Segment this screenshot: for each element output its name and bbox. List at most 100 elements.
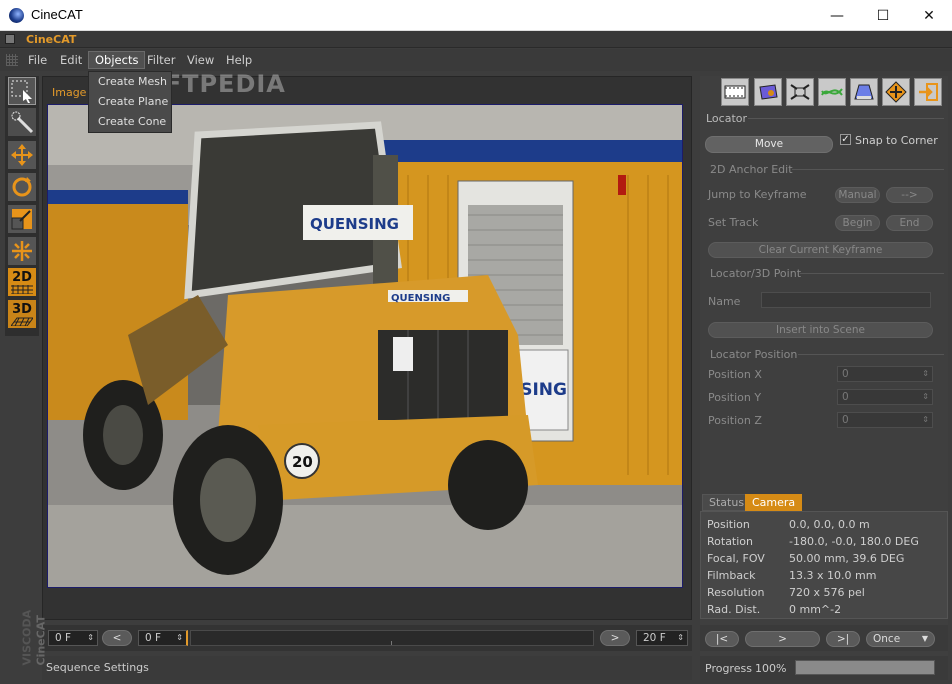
tab-camera[interactable]: Camera (745, 494, 803, 511)
position-x-label: Position X (708, 368, 762, 381)
last-frame-button[interactable]: >| (826, 631, 860, 647)
app-strip: CineCAT (0, 31, 952, 48)
manual-button[interactable]: Manual (835, 187, 880, 203)
progress-label: Progress (705, 662, 752, 675)
snap-to-corner-label: Snap to Corner (855, 134, 938, 147)
progress-track (795, 660, 935, 675)
menu-filter[interactable]: Filter (141, 52, 181, 68)
minimize-button[interactable]: — (814, 0, 860, 31)
menu-item-create-plane[interactable]: Create Plane (89, 92, 171, 112)
set-track-label: Set Track (708, 216, 759, 229)
app-menu-icon[interactable] (5, 34, 15, 44)
camera-tool-icon[interactable] (850, 78, 878, 106)
menu-item-create-mesh[interactable]: Create Mesh (89, 72, 171, 92)
locator-3d-point-title: Locator/3D Point (710, 267, 802, 280)
exit-icon[interactable] (914, 78, 942, 106)
camera-value: -180.0, -0.0, 180.0 DEG (789, 535, 919, 548)
hood-sign-text: QUENSING (391, 293, 450, 304)
clear-keyframe-button[interactable]: Clear Current Keyframe (708, 242, 933, 258)
product-name: CineCAT (34, 615, 48, 666)
object-tool-icon[interactable] (754, 78, 782, 106)
position-y-value: 0 (842, 391, 849, 403)
progress-percent: 100% (755, 662, 787, 675)
snap-to-corner-checkbox[interactable]: ✓ (840, 134, 851, 145)
objects-menu-dropdown: Create Mesh Create Plane Create Cone (88, 71, 172, 133)
progress-fill (796, 661, 934, 674)
camera-value: 50.00 mm, 39.6 DEG (789, 552, 905, 565)
position-x-field[interactable]: 0 ⇕ (837, 366, 933, 382)
move-button[interactable]: Move (705, 136, 833, 153)
first-frame-button[interactable]: |< (705, 631, 739, 647)
name-input[interactable] (761, 292, 931, 308)
divider (792, 169, 944, 170)
anchor-edit-title: 2D Anchor Edit (710, 163, 793, 176)
begin-button[interactable]: Begin (835, 215, 880, 231)
menu-edit[interactable]: Edit (54, 52, 88, 68)
prev-frame-button[interactable]: < (102, 630, 132, 646)
grip-icon (6, 54, 18, 66)
stepper-icon[interactable]: ⇕ (922, 390, 929, 404)
locator-section-title: Locator (706, 112, 748, 125)
divider (748, 118, 944, 119)
3d-mode-icon[interactable]: 3D (8, 300, 36, 328)
frame-corners-icon[interactable] (786, 78, 814, 106)
menu-help[interactable]: Help (220, 52, 258, 68)
menu-file[interactable]: File (22, 52, 53, 68)
vendor-logo: VISCODA CineCAT (6, 610, 48, 676)
stepper-icon[interactable]: ⇕ (176, 631, 183, 645)
play-button[interactable]: > (745, 631, 820, 647)
camera-key: Filmback (707, 569, 756, 582)
next-frame-button[interactable]: > (600, 630, 630, 646)
app-logo-icon (9, 8, 24, 23)
end-frame-value: 20 F (643, 632, 666, 644)
camera-key: Focal, FOV (707, 552, 765, 565)
select-tool-icon[interactable] (8, 77, 36, 105)
timeline-slider[interactable] (190, 630, 594, 646)
position-z-value: 0 (842, 414, 849, 426)
stepper-icon[interactable]: ⇕ (922, 367, 929, 381)
video-frame-image[interactable]: NSING QUENSING QUENSING 20 (47, 104, 683, 588)
app-label: CineCAT (26, 33, 77, 46)
menu-item-create-cone[interactable]: Create Cone (89, 112, 171, 132)
camera-key: Position (707, 518, 750, 531)
track-curve-icon[interactable] (818, 78, 846, 106)
start-frame-field[interactable]: 0 F ⇕ (48, 630, 98, 646)
rotate-tool-icon[interactable] (8, 173, 36, 201)
stepper-icon[interactable]: ⇕ (922, 413, 929, 427)
camera-info-panel: Position 0.0, 0.0, 0.0 m Rotation -180.0… (700, 511, 948, 619)
position-x-value: 0 (842, 368, 849, 380)
window-titlebar: CineCAT — ☐ ✕ (0, 0, 952, 31)
tab-status[interactable]: Status (702, 494, 752, 511)
magic-wand-tool-icon[interactable] (8, 108, 36, 136)
number-plate-text: 20 (292, 453, 313, 471)
menu-view[interactable]: View (181, 52, 220, 68)
scale-tool-icon[interactable] (8, 205, 36, 233)
position-y-field[interactable]: 0 ⇕ (837, 389, 933, 405)
insert-into-scene-button[interactable]: Insert into Scene (708, 322, 933, 338)
film-icon[interactable] (721, 78, 749, 106)
camera-value: 720 x 576 pel (789, 586, 865, 599)
camera-value: 13.3 x 10.0 mm (789, 569, 877, 582)
start-frame-value: 0 F (55, 632, 72, 644)
move-tool-icon[interactable] (8, 141, 36, 169)
maximize-button[interactable]: ☐ (860, 0, 906, 31)
jump-next-button[interactable]: --> (886, 187, 933, 203)
playback-mode-select[interactable]: Once ▼ (866, 631, 935, 647)
current-frame-field[interactable]: 0 F ⇕ (138, 630, 188, 646)
expand-tool-icon[interactable] (8, 237, 36, 265)
playback-mode-value: Once (873, 633, 901, 645)
name-label: Name (708, 295, 741, 308)
camera-key: Rad. Dist. (707, 603, 761, 616)
stepper-icon[interactable]: ⇕ (87, 631, 94, 645)
divider (798, 354, 944, 355)
stepper-icon[interactable]: ⇕ (677, 631, 684, 645)
close-button[interactable]: ✕ (906, 0, 952, 31)
end-button[interactable]: End (886, 215, 933, 231)
camera-key: Rotation (707, 535, 754, 548)
end-frame-field[interactable]: 20 F ⇕ (636, 630, 688, 646)
position-z-field[interactable]: 0 ⇕ (837, 412, 933, 428)
locator-move-icon[interactable] (882, 78, 910, 106)
2d-mode-icon[interactable]: 2D (8, 268, 36, 296)
menu-objects[interactable]: Objects (88, 51, 146, 69)
divider (800, 273, 944, 274)
